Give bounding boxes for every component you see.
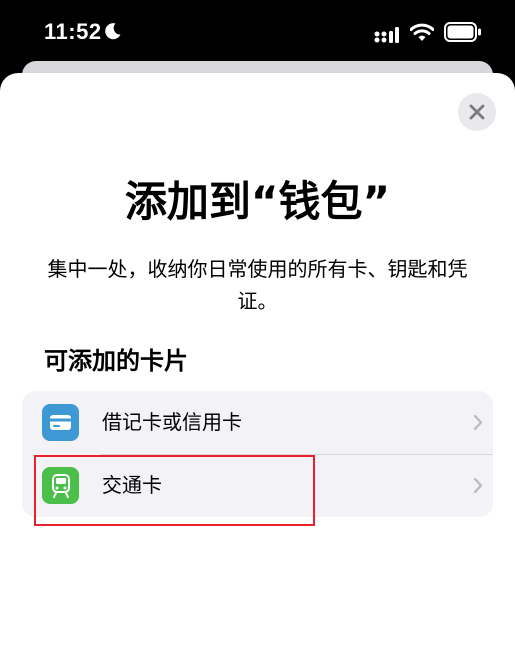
list-item-label: 借记卡或信用卡: [102, 410, 242, 434]
wifi-icon: [410, 23, 434, 41]
page-subtitle: 集中一处，收纳你日常使用的所有卡、钥匙和凭证。: [47, 257, 468, 313]
page-title: 添加到“钱包”: [124, 177, 391, 226]
credit-card-icon: [42, 404, 79, 441]
close-icon: [469, 104, 485, 120]
available-cards-list: 借记卡或信用卡 交通卡: [22, 391, 493, 517]
status-time: 11:52: [44, 19, 102, 44]
battery-icon: [444, 22, 481, 42]
section-header: 可添加的卡片: [44, 347, 188, 375]
list-item-transit-card[interactable]: 交通卡: [22, 454, 493, 517]
train-icon: [42, 467, 79, 504]
list-item-label: 交通卡: [102, 473, 162, 497]
chevron-right-icon: [473, 414, 483, 431]
chevron-right-icon: [473, 477, 483, 494]
close-button[interactable]: [458, 93, 496, 131]
list-item-debit-credit-card[interactable]: 借记卡或信用卡: [22, 391, 493, 454]
signal-icon: [374, 27, 399, 43]
status-bar: 11:52: [0, 0, 515, 66]
moon-icon: [105, 23, 121, 40]
